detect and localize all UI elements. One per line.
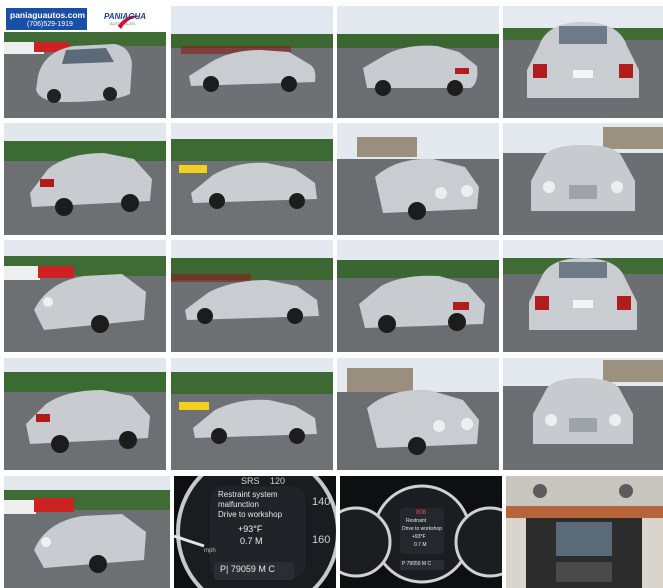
photo-thumbnail-7[interactable] xyxy=(337,123,499,235)
photo-thumbnail-15[interactable] xyxy=(337,358,499,470)
photo-thumbnail-12[interactable] xyxy=(503,240,663,352)
photo-thumbnail-6[interactable] xyxy=(171,123,333,235)
car-photo-rear-left xyxy=(4,123,166,235)
dealer-contact-box: paniaguautos.com (706)529-1919 xyxy=(6,8,87,30)
photo-center-console[interactable] xyxy=(506,476,663,588)
dealer-tagline: AUTO SALES xyxy=(110,21,136,26)
car-photo-rear-left xyxy=(4,358,166,470)
car-photo-front-right xyxy=(337,123,499,235)
photo-thumbnail-3[interactable] xyxy=(337,6,499,118)
console-photo xyxy=(506,476,663,588)
cluster1-message-3: Drive to workshop xyxy=(218,510,283,519)
speed-unit: mph xyxy=(204,548,216,554)
photo-thumbnail-9[interactable] xyxy=(4,240,166,352)
photo-thumbnail-13[interactable] xyxy=(4,358,166,470)
cluster1-header: SRS xyxy=(241,476,260,486)
speed-label-140: 140 xyxy=(312,496,331,508)
photo-thumbnail-14[interactable] xyxy=(171,358,333,470)
cluster2-line-1: 808 xyxy=(416,510,427,516)
photo-instrument-cluster-2[interactable]: 808 Restraint Drive to workshop +93°F 0.… xyxy=(340,476,502,588)
dealer-brand: PANIAGUA xyxy=(104,12,147,21)
cluster2-line-4: +93°F xyxy=(412,534,426,540)
cluster2-line-5: 0.7 M xyxy=(414,542,427,548)
car-photo-front xyxy=(503,123,663,235)
cluster1-distance: 0.7 M xyxy=(240,536,263,546)
photo-thumbnail-10[interactable] xyxy=(171,240,333,352)
photo-thumbnail-1[interactable]: paniaguautos.com (706)529-1919 PANIAGUA … xyxy=(4,6,166,118)
dealer-site: paniaguautos.com xyxy=(10,10,86,20)
photo-thumbnail-8[interactable] xyxy=(503,123,663,235)
cluster1-message-1: Restraint system xyxy=(218,490,278,499)
car-photo-rear-left xyxy=(337,240,499,352)
photo-thumbnail-11[interactable] xyxy=(337,240,499,352)
speed-label-160: 160 xyxy=(312,534,331,546)
dealer-phone: (706)529-1919 xyxy=(27,21,73,28)
car-photo-rear-left xyxy=(337,6,499,118)
dealer-banner: paniaguautos.com (706)529-1919 PANIAGUA … xyxy=(4,6,166,32)
car-photo-side xyxy=(171,358,333,470)
cluster1-temp: +93°F xyxy=(238,524,263,534)
photo-thumbnail-17[interactable] xyxy=(4,476,170,588)
car-photo-rear xyxy=(503,6,663,118)
photo-thumbnail-16[interactable] xyxy=(503,358,663,470)
cluster2-odometer: P 79059 M C xyxy=(402,561,432,567)
cluster1-message-2: malfunction xyxy=(218,500,259,509)
dealer-logo: PANIAGUA AUTO SALES xyxy=(90,11,166,29)
cluster2-line-2: Restraint xyxy=(406,518,427,524)
car-photo-side xyxy=(171,6,333,118)
car-photo-side xyxy=(171,123,333,235)
car-photo-side xyxy=(171,240,333,352)
car-photo-front xyxy=(503,358,663,470)
cluster1-odometer: P| 79059 M C xyxy=(220,564,275,574)
photo-instrument-cluster-1[interactable]: SRS Restraint system malfunction Drive t… xyxy=(174,476,336,588)
car-photo-front-right xyxy=(337,358,499,470)
car-photo-front-left xyxy=(4,240,166,352)
car-photo-front-left xyxy=(4,476,170,588)
dashboard-gauges-photo xyxy=(340,476,502,588)
car-photo-rear xyxy=(503,240,663,352)
photo-thumbnail-2[interactable] xyxy=(171,6,333,118)
photo-thumbnail-5[interactable] xyxy=(4,123,166,235)
photo-thumbnail-4[interactable] xyxy=(503,6,663,118)
speed-label-120: 120 xyxy=(270,476,286,486)
cluster2-line-3: Drive to workshop xyxy=(402,526,443,532)
